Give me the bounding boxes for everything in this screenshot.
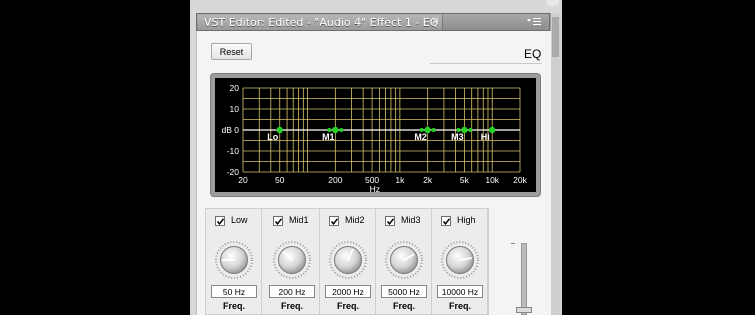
background-area xyxy=(0,0,190,315)
band-mid2: Mid2 2000 Hz Freq. xyxy=(320,208,376,315)
x-tick-label: 50 xyxy=(275,175,285,185)
band-marker-label: Hi xyxy=(481,132,490,142)
plugin-name-label: EQ xyxy=(524,47,542,61)
band-enable-checkbox[interactable] xyxy=(441,216,451,226)
band-high: High 10000 Hz Freq. xyxy=(432,208,488,315)
band-width-handle xyxy=(431,128,436,132)
band-name-label: Mid1 xyxy=(289,215,309,225)
freq-knob[interactable] xyxy=(328,240,368,280)
y-tick-label: 10 xyxy=(230,104,240,114)
band-name-label: High xyxy=(457,215,476,225)
band-enable-checkbox[interactable] xyxy=(385,216,395,226)
band-low: Low 50 Hz Freq. xyxy=(206,208,262,315)
band-enable-checkbox[interactable] xyxy=(329,216,339,226)
y-tick-label: 20 xyxy=(230,83,240,93)
freq-knob[interactable] xyxy=(272,240,312,280)
band-marker-label: Lo xyxy=(267,132,278,142)
checkmark-icon xyxy=(442,218,451,225)
freq-param-label: Freq. xyxy=(392,301,415,311)
slider-tick xyxy=(511,243,515,244)
freq-knob[interactable] xyxy=(384,240,424,280)
freq-param-label: Freq. xyxy=(222,301,245,311)
freq-knob[interactable] xyxy=(440,240,480,280)
band-enable-checkbox[interactable] xyxy=(215,216,225,226)
band-mid1: Mid1 200 Hz Freq. xyxy=(264,208,320,315)
band-marker-label: M1 xyxy=(322,132,335,142)
editor-tab[interactable]: VST Editor: Edited - "Audio 4" Effect 1 … xyxy=(198,15,443,30)
freq-value-field[interactable]: 200 Hz xyxy=(269,285,315,298)
x-tick-label: 1k xyxy=(395,175,405,185)
band-name-label: Mid3 xyxy=(401,215,421,225)
x-tick-label: 10k xyxy=(485,175,499,185)
checkmark-icon xyxy=(330,218,339,225)
y-tick-label: -10 xyxy=(227,146,240,156)
band-width-handle xyxy=(339,128,344,132)
x-tick-label: 20 xyxy=(238,175,248,185)
reset-button[interactable]: Reset xyxy=(211,43,252,60)
freq-param-label: Freq. xyxy=(336,301,359,311)
panel-menu-icon[interactable] xyxy=(527,17,541,27)
band-marker-label: M3 xyxy=(451,132,464,142)
separator xyxy=(430,63,542,64)
freq-value-field[interactable]: 2000 Hz xyxy=(325,285,371,298)
band-marker-label: M2 xyxy=(414,132,427,142)
scrollbar[interactable] xyxy=(550,13,561,315)
window-close-tab[interactable] xyxy=(547,0,559,6)
freq-param-label: Freq. xyxy=(280,301,303,311)
checkmark-icon xyxy=(216,218,225,225)
band-name-label: Mid2 xyxy=(345,215,365,225)
tab-close-icon[interactable]: × xyxy=(431,16,439,27)
y-tick-label: dB 0 xyxy=(222,125,240,135)
freq-knob[interactable] xyxy=(214,240,254,280)
band-width-handle xyxy=(468,128,473,132)
checkmark-icon xyxy=(386,218,395,225)
output-gain-slider-handle[interactable] xyxy=(516,307,532,313)
title-bar: VST Editor: Edited - "Audio 4" Effect 1 … xyxy=(196,13,550,31)
band-enable-checkbox[interactable] xyxy=(273,216,283,226)
output-gain-slider[interactable] xyxy=(521,243,527,315)
x-tick-label: 2k xyxy=(423,175,433,185)
band-name-label: Low xyxy=(231,215,248,225)
eq-response-graph[interactable]: 2010dB 0-10-2020 50 200 500 1k 2k 5k 10k 20kHzLo… xyxy=(215,78,536,192)
x-tick-label: 200 xyxy=(328,175,342,185)
freq-value-field[interactable]: 10000 Hz xyxy=(437,285,483,298)
freq-value-field[interactable]: 5000 Hz xyxy=(381,285,427,298)
x-tick-label: 5k xyxy=(460,175,470,185)
checkmark-icon xyxy=(274,218,283,225)
band-node-hi[interactable] xyxy=(489,126,496,134)
x-axis-unit: Hz xyxy=(370,184,380,192)
window-title: VST Editor: Edited - "Audio 4" Effect 1 … xyxy=(204,16,439,29)
x-tick-label: 20k xyxy=(513,175,527,185)
freq-param-label: Freq. xyxy=(448,301,471,311)
band-mid3: Mid3 5000 Hz Freq. xyxy=(376,208,432,315)
freq-value-field[interactable]: 50 Hz xyxy=(211,285,257,298)
scrollbar-thumb[interactable] xyxy=(552,17,559,57)
